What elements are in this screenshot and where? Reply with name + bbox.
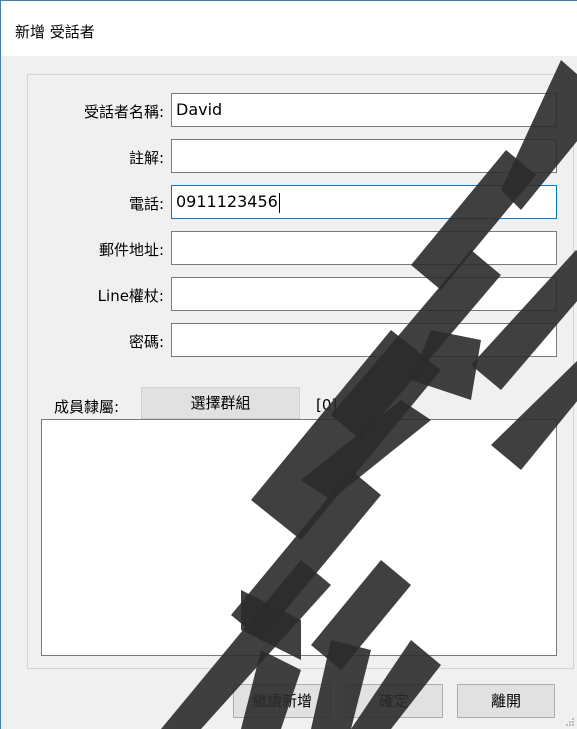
phone-input-value: 0911123456	[176, 192, 278, 211]
email-label: 郵件地址:	[98, 241, 164, 259]
name-label: 受話者名稱:	[83, 103, 164, 121]
password-label: 密碼:	[128, 333, 164, 351]
email-input[interactable]	[171, 231, 557, 265]
name-input-value: David	[176, 100, 223, 119]
member-of-label: 成員隸屬:	[54, 398, 120, 416]
title-bar[interactable]: 新增 受話者	[1, 0, 577, 56]
line-token-input[interactable]	[171, 277, 557, 311]
phone-input[interactable]: 0911123456	[171, 185, 557, 219]
name-input[interactable]: David	[171, 93, 557, 127]
line-token-label: Line權杖:	[97, 287, 164, 305]
select-group-button[interactable]: 選擇群組	[141, 387, 300, 419]
window-title: 新增 受話者	[15, 23, 95, 41]
member-group-list[interactable]	[41, 419, 557, 656]
confirm-button[interactable]: 確定	[345, 684, 443, 718]
note-label: 註解:	[128, 149, 164, 167]
dialog-window: 新增 受話者 受話者名稱: David 註解: 電話: 0911123456 郵…	[0, 0, 577, 729]
resize-grip-icon[interactable]	[566, 718, 574, 726]
text-caret	[278, 192, 280, 213]
continue-add-button[interactable]: 繼續新增	[233, 684, 331, 718]
phone-label: 電話:	[128, 195, 164, 213]
note-input[interactable]	[171, 139, 557, 173]
leave-button[interactable]: 離開	[457, 684, 555, 718]
password-input[interactable]	[171, 323, 557, 357]
group-count-label: [0]	[316, 396, 338, 414]
